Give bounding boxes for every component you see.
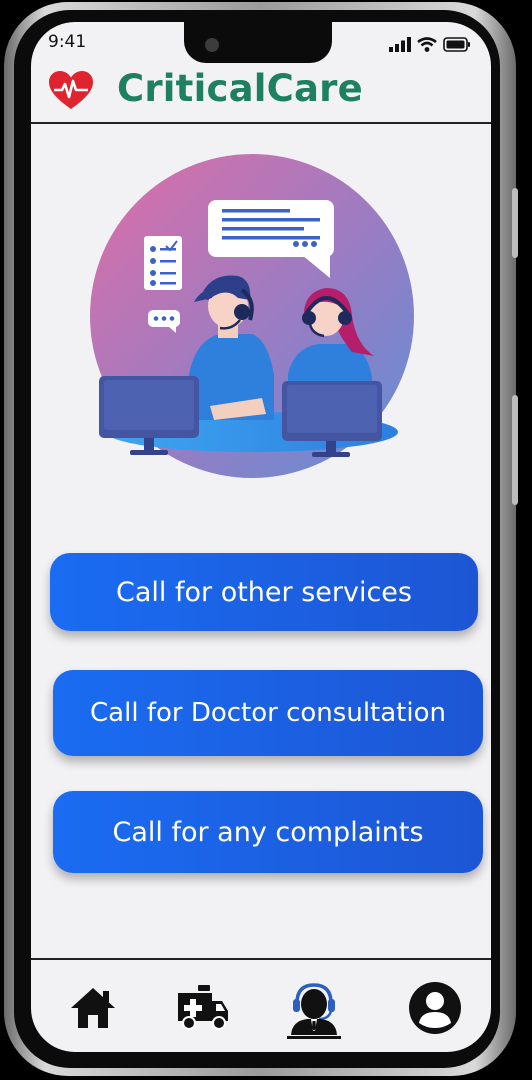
nav-home[interactable] [65,980,121,1036]
battery-icon [443,36,470,52]
call-doctor-consultation-button[interactable]: Call for Doctor consultation [53,670,483,756]
app-title: CriticalCare [117,67,363,110]
support-agent-icon [291,983,337,1035]
app-header: CriticalCare [31,66,491,124]
profile-icon [409,982,461,1034]
call-complaints-button[interactable]: Call for any complaints [53,791,483,873]
heart-pulse-icon [49,71,93,109]
camera [205,38,219,52]
active-tab-indicator [287,1036,341,1039]
bottom-nav [31,958,491,1052]
checklist-icon [144,236,182,290]
call-center-illustration [90,154,414,478]
nav-ambulance[interactable] [175,980,231,1036]
notch [184,22,332,63]
call-other-services-button[interactable]: Call for other services [50,553,478,631]
ambulance-icon [178,985,228,1030]
power-button [512,395,518,505]
volume-up-button [512,188,518,258]
status-icons [389,36,471,52]
status-time: 9:41 [48,32,87,52]
nav-profile[interactable] [407,980,463,1036]
app-screen: 9:41 CriticalCare Call for other service… [31,22,491,1052]
home-icon [71,988,115,1028]
signal-icon [389,36,411,52]
wifi-icon [417,36,437,52]
nav-support[interactable] [286,980,342,1036]
